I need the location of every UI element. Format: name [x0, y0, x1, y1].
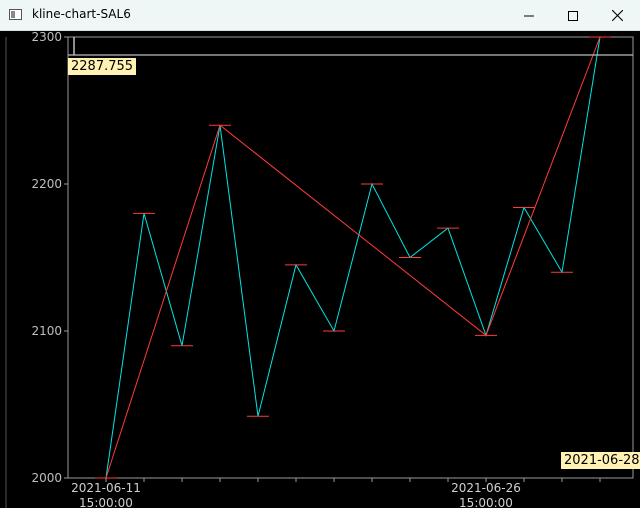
y-tick-label: 2000 — [31, 471, 62, 485]
close-icon — [611, 10, 623, 21]
minimize-button[interactable] — [506, 0, 552, 31]
app-window-icon — [9, 9, 22, 20]
window-title: kline-chart-SAL6 — [32, 7, 131, 21]
plot-frame — [67, 36, 634, 479]
maximize-button[interactable] — [550, 0, 596, 31]
minimize-icon — [524, 15, 534, 16]
x-tick-label-date: 2021-06-26 — [451, 481, 521, 495]
close-button[interactable] — [594, 0, 640, 31]
kline-chart[interactable]: 20002100220023002021-06-1115:00:002021-0… — [0, 31, 640, 508]
kline-chart-canvas[interactable]: 2000 2100 2200 2300 2021-06-11 15:00:00 2021-0… — [0, 31, 640, 508]
maximize-icon — [568, 10, 578, 21]
y-tick-label: 2300 — [31, 31, 62, 44]
close-price-line — [105, 36, 601, 479]
crosshair-date-label: 2021-06-28 1 — [561, 452, 640, 469]
crosshair-price-label: 2287.755 — [68, 58, 137, 75]
x-tick-label-date: 2021-06-11 — [71, 481, 141, 495]
x-tick-label-time: 15:00:00 — [79, 496, 133, 508]
x-tick-label-time: 15:00:00 — [459, 496, 513, 508]
y-tick-label: 2200 — [31, 177, 62, 191]
y-tick-label: 2100 — [31, 324, 62, 338]
title-bar[interactable]: kline-chart-SAL6 — [0, 0, 640, 31]
